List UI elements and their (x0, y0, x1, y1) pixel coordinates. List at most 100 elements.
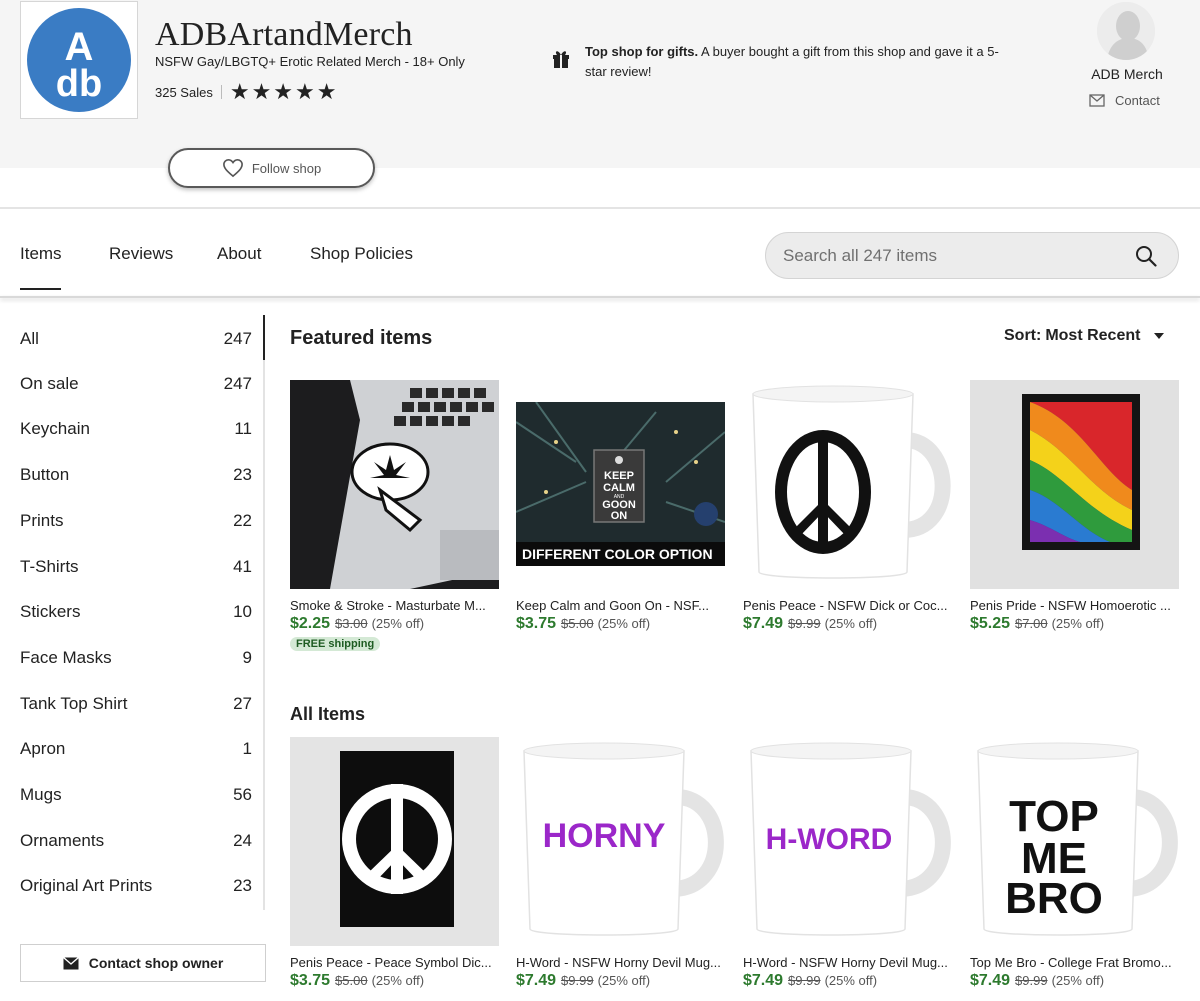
shop-name: ADBArtandMerch (155, 16, 413, 53)
price-row: $5.25 $7.00 (25% off) (970, 615, 1104, 633)
sidebar-item-original-art-prints[interactable]: Original Art Prints 23 (20, 876, 252, 896)
free-shipping-badge: FREE shipping (290, 637, 381, 651)
star-icon: ★ (229, 79, 250, 104)
category-count: 27 (233, 694, 252, 713)
product-title[interactable]: H-Word - NSFW Horny Devil Mug... (743, 955, 952, 970)
sidebar-item-ornaments[interactable]: Ornaments 24 (20, 831, 252, 851)
sidebar-item-apron[interactable]: Apron 1 (20, 739, 252, 759)
price-row: $3.75 $5.00 (25% off) (516, 615, 650, 633)
gift-icon (553, 51, 569, 68)
product-title[interactable]: Penis Peace - NSFW Dick or Coc... (743, 598, 952, 613)
price-row: $3.75 $5.00 (25% off) (290, 972, 424, 990)
sidebar-item-all[interactable]: All 247 (20, 329, 252, 349)
product-image[interactable] (290, 380, 499, 589)
product-title[interactable]: H-Word - NSFW Horny Devil Mug... (516, 955, 725, 970)
product-title[interactable]: Smoke & Stroke - Masturbate M... (290, 598, 499, 613)
tab-shop-policies[interactable]: Shop Policies (310, 244, 413, 264)
laptop-sticker-image (290, 380, 499, 589)
mug-word: H-WORD (766, 823, 893, 856)
category-label: Stickers (20, 602, 81, 621)
all-items-heading: All Items (290, 704, 366, 724)
product-image[interactable]: TOP ME BRO (970, 737, 1179, 946)
star-icon: ★ (273, 79, 294, 104)
search-bar[interactable] (765, 232, 1179, 279)
h-word-mug-image: H-WORD (743, 737, 952, 946)
product-title[interactable]: Keep Calm and Goon On - NSF... (516, 598, 725, 613)
featured-items-heading: Featured items (290, 327, 433, 349)
category-count: 56 (233, 785, 252, 804)
tab-items[interactable]: Items (20, 244, 62, 264)
sidebar-item-keychain[interactable]: Keychain 11 (20, 419, 252, 439)
search-input[interactable] (783, 245, 1123, 266)
contact-shop-owner-button[interactable]: Contact shop owner (20, 944, 266, 982)
color-option-banner: DIFFERENT COLOR OPTION (522, 546, 713, 562)
category-label: Keychain (20, 419, 90, 438)
product-title[interactable]: Top Me Bro - College Frat Bromo... (970, 955, 1179, 970)
contact-shop-owner-label: Contact shop owner (88, 955, 224, 971)
sidebar-item-prints[interactable]: Prints 22 (20, 511, 252, 531)
gift-notice-title: Top shop for gifts. (585, 44, 699, 59)
sidebar-item-t-shirts[interactable]: T-Shirts 41 (20, 557, 252, 577)
discount-label: (25% off) (824, 616, 878, 631)
sidebar-item-tank-top-shirt[interactable]: Tank Top Shirt 27 (20, 694, 252, 714)
rating-stars[interactable]: ★ ★ ★ ★ ★ (229, 79, 337, 104)
category-label: Button (20, 465, 70, 484)
top-me-bro-mug-image: TOP ME BRO (970, 737, 1179, 946)
product-image[interactable] (743, 380, 952, 589)
product-image[interactable]: H-WORD (743, 737, 952, 946)
product-image[interactable]: HORNY (516, 737, 725, 946)
price-row: $7.49 $9.99 (25% off) (970, 972, 1104, 990)
christmas-ornament-image: KEEP CALM AND GOON ON DIFFERENT COLOR OP… (516, 402, 725, 566)
sale-price: $7.49 (743, 615, 784, 632)
sales-rating-row: 325 Sales ★ ★ ★ ★ ★ (155, 79, 337, 104)
sidebar-item-face-masks[interactable]: Face Masks 9 (20, 648, 252, 668)
peace-mug-image (743, 380, 952, 589)
category-label: Prints (20, 511, 64, 530)
sort-dropdown[interactable]: Sort: Most Recent (1004, 327, 1165, 345)
search-icon[interactable] (1135, 245, 1157, 267)
tab-reviews[interactable]: Reviews (109, 244, 173, 264)
pride-art-print-image (970, 380, 1179, 589)
follow-label: Follow shop (251, 160, 322, 176)
sidebar-active-indicator (263, 315, 265, 360)
price-row: $7.49 $9.99 (25% off) (743, 972, 877, 990)
mug-word: BRO (1005, 874, 1103, 923)
owner-avatar[interactable] (1097, 2, 1155, 60)
sidebar-item-stickers[interactable]: Stickers 10 (20, 602, 252, 622)
category-count: 23 (233, 465, 252, 484)
product-image[interactable]: KEEP CALM AND GOON ON DIFFERENT COLOR OP… (516, 402, 725, 566)
product-title[interactable]: Penis Peace - Peace Symbol Dic... (290, 955, 499, 970)
category-count: 22 (233, 511, 252, 530)
sidebar-item-button[interactable]: Button 23 (20, 465, 252, 485)
divider (220, 85, 222, 99)
owner-name[interactable]: ADB Merch (1089, 66, 1165, 82)
product-image[interactable] (290, 737, 499, 946)
original-price: $9.99 (561, 973, 594, 988)
sales-count: 325 Sales (155, 84, 213, 100)
contact-owner-link[interactable]: Contact (1089, 93, 1160, 108)
product-image[interactable] (970, 380, 1179, 589)
sidebar-item-on-sale[interactable]: On sale 247 (20, 374, 252, 394)
price-row: $2.25 $3.00 (25% off) (290, 615, 424, 633)
logo-letters-db: db (56, 63, 102, 105)
follow-shop-button[interactable]: Follow shop (168, 148, 375, 188)
category-count: 11 (234, 419, 252, 438)
discount-label: (25% off) (371, 616, 425, 631)
sidebar-item-mugs[interactable]: Mugs 56 (20, 785, 252, 805)
shop-logo[interactable]: A db (20, 1, 138, 119)
category-count: 247 (223, 374, 252, 393)
category-label: T-Shirts (20, 557, 79, 576)
discount-label: (25% off) (824, 973, 878, 988)
tab-about[interactable]: About (217, 244, 261, 264)
header-divider (0, 207, 1200, 209)
category-count: 10 (233, 602, 252, 621)
ornament-word: ON (611, 510, 628, 522)
sale-price: $3.75 (516, 615, 557, 632)
category-count: 247 (223, 329, 252, 348)
sale-price: $2.25 (290, 615, 331, 632)
category-label: Ornaments (20, 831, 105, 850)
product-title[interactable]: Penis Pride - NSFW Homoerotic ... (970, 598, 1179, 613)
original-price: $5.00 (335, 973, 368, 988)
active-tab-indicator (20, 288, 61, 290)
sale-price: $3.75 (290, 972, 331, 989)
